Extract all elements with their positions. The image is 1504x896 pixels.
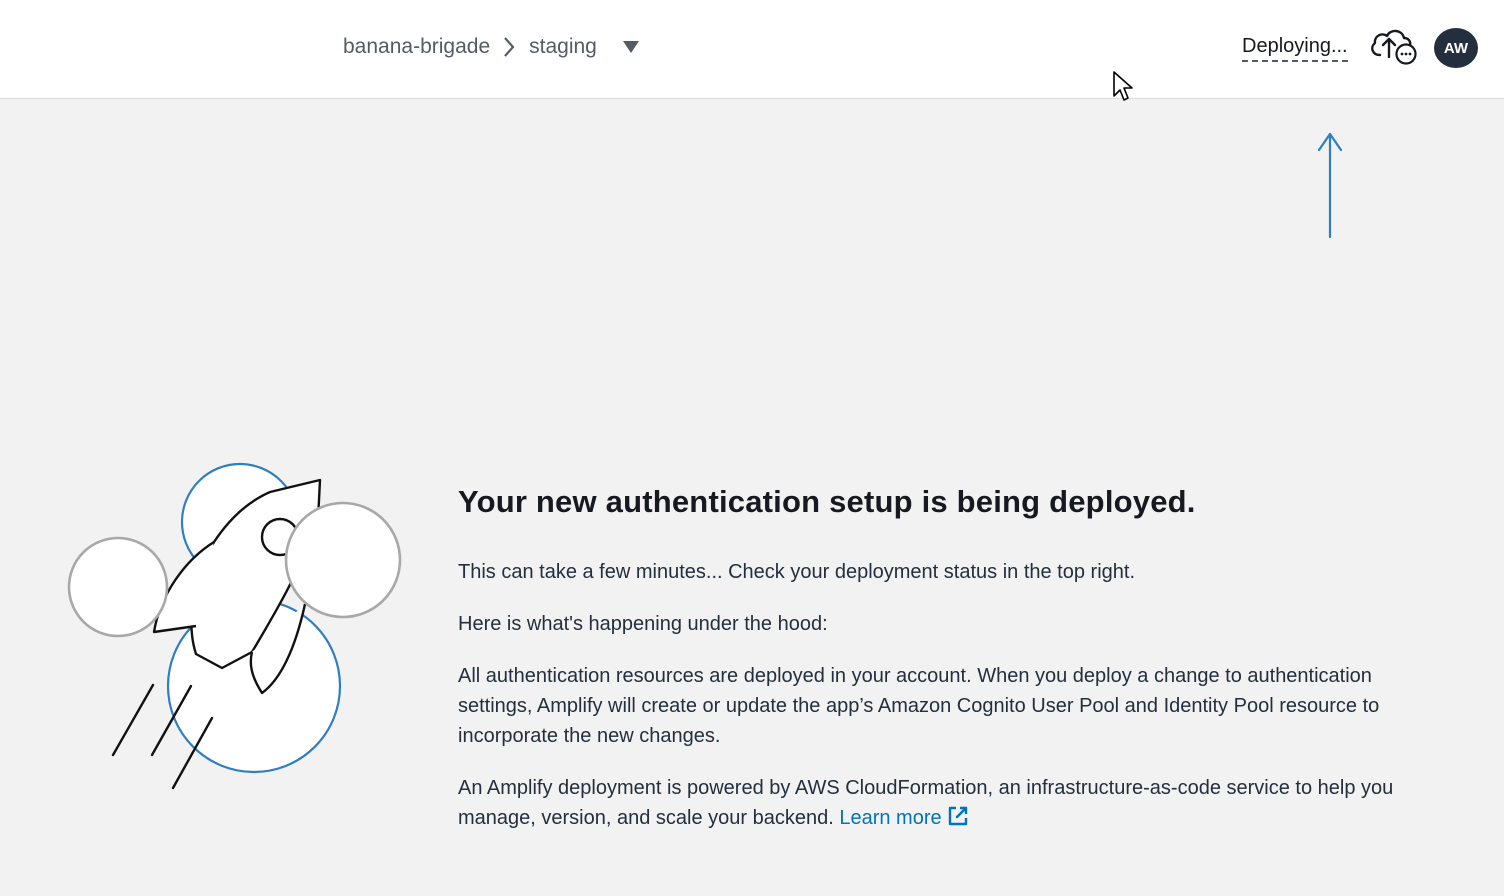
cloud-upload-pending-icon[interactable] <box>1368 27 1418 67</box>
rocket-launch-illustration <box>67 462 402 790</box>
cloudformation-text: An Amplify deployment is powered by AWS … <box>458 773 1398 833</box>
breadcrumb: banana-brigade staging <box>343 32 639 62</box>
learn-more-link[interactable]: Learn more <box>839 807 941 829</box>
page-headline: Your new authentication setup is being d… <box>458 484 1196 519</box>
under-hood-heading: Here is what's happening under the hood: <box>458 613 828 635</box>
deploy-status-link[interactable]: Deploying... <box>1242 33 1348 62</box>
details-text: All authentication resources are deploye… <box>458 665 1380 747</box>
user-avatar[interactable]: AW <box>1434 28 1478 68</box>
top-navigation-bar: banana-brigade staging Deploying... AW <box>0 0 1504 99</box>
chevron-right-icon <box>504 37 515 57</box>
intro-text: This can take a few minutes... Check you… <box>458 561 1136 583</box>
breadcrumb-app[interactable]: banana-brigade <box>343 35 490 59</box>
caret-down-icon[interactable] <box>622 41 639 53</box>
arrow-up-icon <box>1318 132 1342 239</box>
mouse-cursor-icon <box>1113 71 1133 101</box>
external-link-icon[interactable] <box>947 805 969 827</box>
deployment-info-panel: Your new authentication setup is being d… <box>458 482 1398 833</box>
breadcrumb-environment[interactable]: staging <box>529 35 597 59</box>
